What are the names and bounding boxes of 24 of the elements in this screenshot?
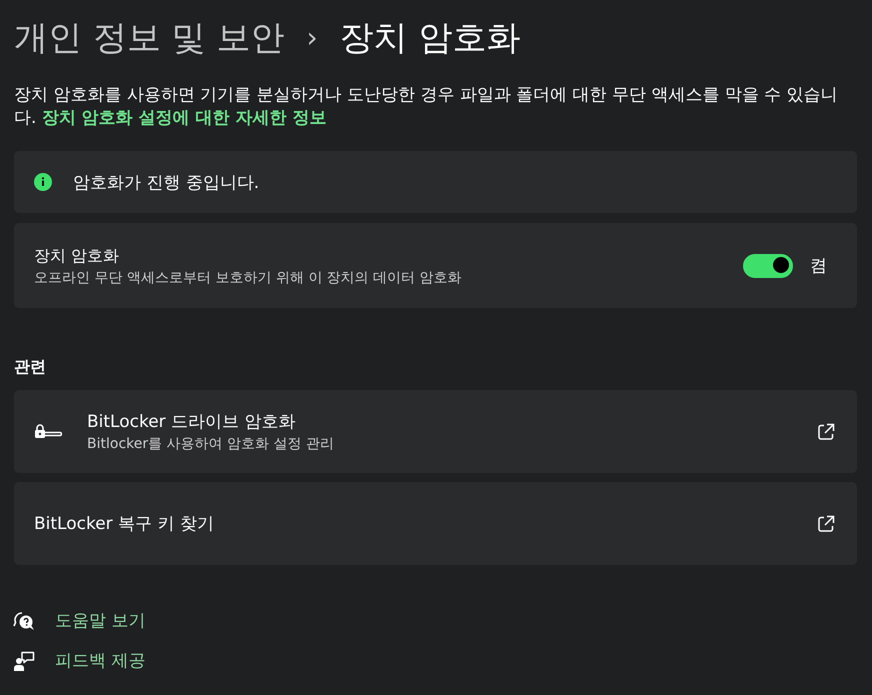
person-speech-icon <box>13 651 35 671</box>
setting-title: 장치 암호화 <box>34 244 120 266</box>
related-link-title: BitLocker 드라이브 암호화 <box>87 410 296 432</box>
page-title: 장치 암호화 <box>340 17 520 60</box>
toggle-state-label: 켬 <box>810 255 827 277</box>
description-text: 장치 암호화를 사용하면 기기를 분실하거나 도난당한 경우 파일과 폴더에 대한 무단 액세스를 막을 수 있습니다. 장치 암호화 설정에 대한 자세한 정보 <box>14 84 839 130</box>
related-link-title: BitLocker 복구 키 찾기 <box>34 512 215 534</box>
related-link-description: Bitlocker를 사용하여 암호화 설정 관리 <box>87 434 335 452</box>
section-heading: 관련 <box>14 356 47 378</box>
breadcrumb-parent-link[interactable]: 개인 정보 및 보안 <box>14 12 284 64</box>
footer-link[interactable]: 피드백 제공 <box>14 649 146 673</box>
related-link-card[interactable]: BitLocker 드라이브 암호화 Bitlocker를 사용하여 암호화 설정 관리 <box>14 390 857 473</box>
info-icon <box>34 173 52 191</box>
external-link-icon <box>817 422 835 440</box>
footer-link[interactable]: 도움말 보기 <box>14 609 146 633</box>
status-message: 암호화가 진행 중입니다. <box>73 172 260 194</box>
toggle-switch[interactable] <box>743 254 793 278</box>
setting-description: 오프라인 무단 액세스로부터 보호하기 위해 이 장치의 데이터 암호화 <box>34 268 462 286</box>
learn-more-link[interactable]: 장치 암호화 설정에 대한 자세한 정보 <box>42 108 326 128</box>
related-link-card[interactable]: BitLocker 복구 키 찾기 <box>14 482 857 565</box>
lock-key-icon <box>34 424 62 440</box>
external-link-icon <box>817 514 835 532</box>
help-chat-icon <box>13 611 35 631</box>
breadcrumb-separator: › <box>306 20 318 56</box>
